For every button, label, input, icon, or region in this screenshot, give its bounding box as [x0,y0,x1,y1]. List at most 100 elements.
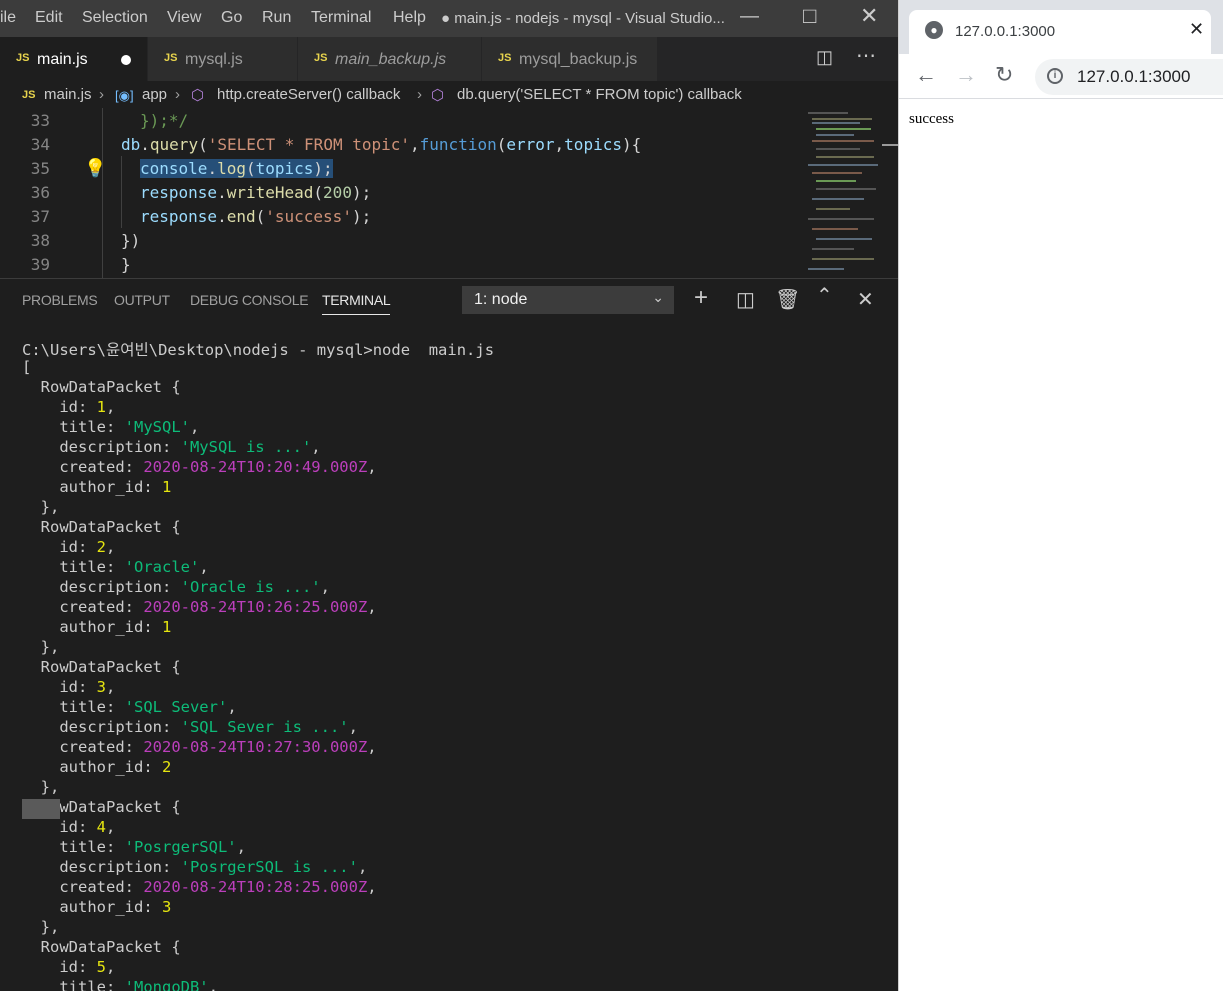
more-actions-icon[interactable]: ⋯ [856,43,876,68]
forward-arrow-icon[interactable]: → [955,62,977,88]
code-line-38: }) [121,231,141,250]
record-description: description: 'MySQL is ...', [22,438,321,456]
terminal-select[interactable]: 1: node ⌄ [462,286,674,314]
line-number: 36 [30,183,50,202]
chevron-right-icon: › [175,86,180,103]
breadcrumb: JS main.js › [◉] app › ⬡ http.createServ… [0,81,898,108]
record-id: id: 1, [22,398,116,416]
browser-tab-title: 127.0.0.1:3000 [955,23,1056,40]
tab-main-backup-js[interactable]: JS main_backup.js [298,37,482,81]
js-file-icon: JS [498,52,512,64]
terminal-prompt: C:\Users\윤여빈\Desktop\nodejs - mysql>node… [22,341,495,359]
terminal-cursor [22,799,60,819]
new-terminal-icon[interactable]: + [694,284,708,312]
terminal-select-value: 1: node [474,291,528,308]
code-line-35: console.log(topics); [140,159,333,178]
record-created: created: 2020-08-24T10:20:49.000Z, [22,458,377,476]
address-bar[interactable]: i 127.0.0.1:3000 [1035,59,1223,95]
record-author-id: author_id: 3 [22,898,172,916]
browser-toolbar: ← → ↻ i 127.0.0.1:3000 [899,54,1223,99]
reload-icon[interactable]: ↻ [995,62,1013,88]
tab-terminal[interactable]: TERMINAL [322,292,391,315]
record-close: }, [22,638,60,656]
tab-debug-console[interactable]: DEBUG CONSOLE [190,292,309,308]
tab-label: mysql_backup.js [519,51,638,68]
indent-guide [121,156,122,228]
record-header: RowDataPacket { [40,378,181,396]
code-line-36: response.writeHead(200); [140,183,372,202]
maximize-icon[interactable]: □ [803,3,816,29]
record-id: id: 3, [22,678,116,696]
window-title: ● main.js - nodejs - mysql - Visual Stud… [441,10,725,27]
menu-view[interactable]: View [167,9,201,27]
record-description: description: 'SQL Sever is ...', [22,718,358,736]
tab-label: main.js [37,51,88,68]
globe-icon: ● [925,21,943,39]
menu-edit[interactable]: Edit [35,9,63,27]
info-icon[interactable]: i [1047,68,1063,84]
record-close: }, [22,498,60,516]
split-terminal-icon[interactable]: ◫ [736,287,755,312]
breadcrumb-db-query[interactable]: db.query('SELECT * FROM topic') callback [457,86,742,103]
line-number: 34 [30,135,50,154]
menu-terminal[interactable]: Terminal [311,9,371,27]
tab-mysql-js[interactable]: JS mysql.js [148,37,298,81]
title-bar: ile Edit Selection View Go Run Terminal … [0,0,898,37]
tab-problems[interactable]: PROBLEMS [22,292,98,308]
tab-mysql-backup-js[interactable]: JS mysql_backup.js [482,37,658,81]
line-number: 37 [30,207,50,226]
split-editor-icon[interactable]: ◫ [816,47,833,68]
record-header: RowDataPacket { [40,938,181,956]
line-number: 33 [30,111,50,130]
menu-file[interactable]: ile [0,9,16,27]
trash-icon[interactable]: 🗑 [775,287,800,312]
record-created: created: 2020-08-24T10:26:25.000Z, [22,598,377,616]
vscode-window: ile Edit Selection View Go Run Terminal … [0,0,898,991]
close-panel-icon[interactable]: ✕ [857,287,874,312]
scrollbar-position-marker [882,144,898,146]
tab-label: main_backup.js [335,51,447,68]
js-file-icon: JS [164,52,178,64]
panel-header: PROBLEMS OUTPUT DEBUG CONSOLE TERMINAL 1… [0,278,898,322]
line-number: 39 [30,255,50,274]
back-arrow-icon[interactable]: ← [915,62,937,88]
browser-tab[interactable]: ● 127.0.0.1:3000 ✕ [909,10,1211,54]
js-file-icon: JS [16,52,30,64]
menu-run[interactable]: Run [262,9,291,27]
function-cube-icon: ⬡ [191,87,205,104]
chevron-right-icon: › [99,86,104,103]
code-line-33: });*/ [140,111,189,130]
terminal-output[interactable]: C:\Users\윤여빈\Desktop\nodejs - mysql>node… [0,322,898,991]
maximize-panel-icon[interactable]: ⌃ [816,283,833,308]
lightbulb-icon[interactable]: 💡 [84,158,106,179]
record-created: created: 2020-08-24T10:27:30.000Z, [22,738,377,756]
function-cube-icon: ⬡ [431,87,445,104]
tab-main-js[interactable]: JS main.js [0,37,148,81]
close-icon[interactable]: ✕ [860,3,878,29]
record-id: id: 5, [22,958,116,976]
terminal-open-bracket: [ [22,358,32,376]
tab-output[interactable]: OUTPUT [114,292,170,308]
browser-window: ● 127.0.0.1:3000 ✕ ← → ↻ i 127.0.0.1:300… [898,0,1223,991]
menu-go[interactable]: Go [221,9,242,27]
close-tab-icon[interactable]: ✕ [1189,19,1204,40]
minimize-icon[interactable]: — [740,6,759,28]
breadcrumb-file[interactable]: main.js [44,86,92,103]
record-close: }, [22,918,60,936]
code-editor[interactable]: 33 34 35 36 37 38 39 💡 });*/ db.query('S… [0,108,898,278]
line-number: 35 [30,159,50,178]
breadcrumb-create-server[interactable]: http.createServer() callback [217,86,400,103]
record-id: id: 4, [22,818,116,836]
menu-selection[interactable]: Selection [82,9,148,27]
chevron-right-icon: › [417,86,422,103]
line-number: 38 [30,231,50,250]
unsaved-dot-icon[interactable] [121,55,131,65]
menu-help[interactable]: Help [393,9,426,27]
code-line-34: db.query('SELECT * FROM topic',function(… [121,135,642,154]
record-title: title: 'Oracle', [22,558,209,576]
minimap[interactable] [806,108,882,278]
editor-scrollbar[interactable] [882,108,898,278]
editor-tab-bar: JS main.js JS mysql.js JS main_backup.js… [0,37,898,81]
breadcrumb-app[interactable]: app [142,86,167,103]
record-author-id: author_id: 2 [22,758,172,776]
